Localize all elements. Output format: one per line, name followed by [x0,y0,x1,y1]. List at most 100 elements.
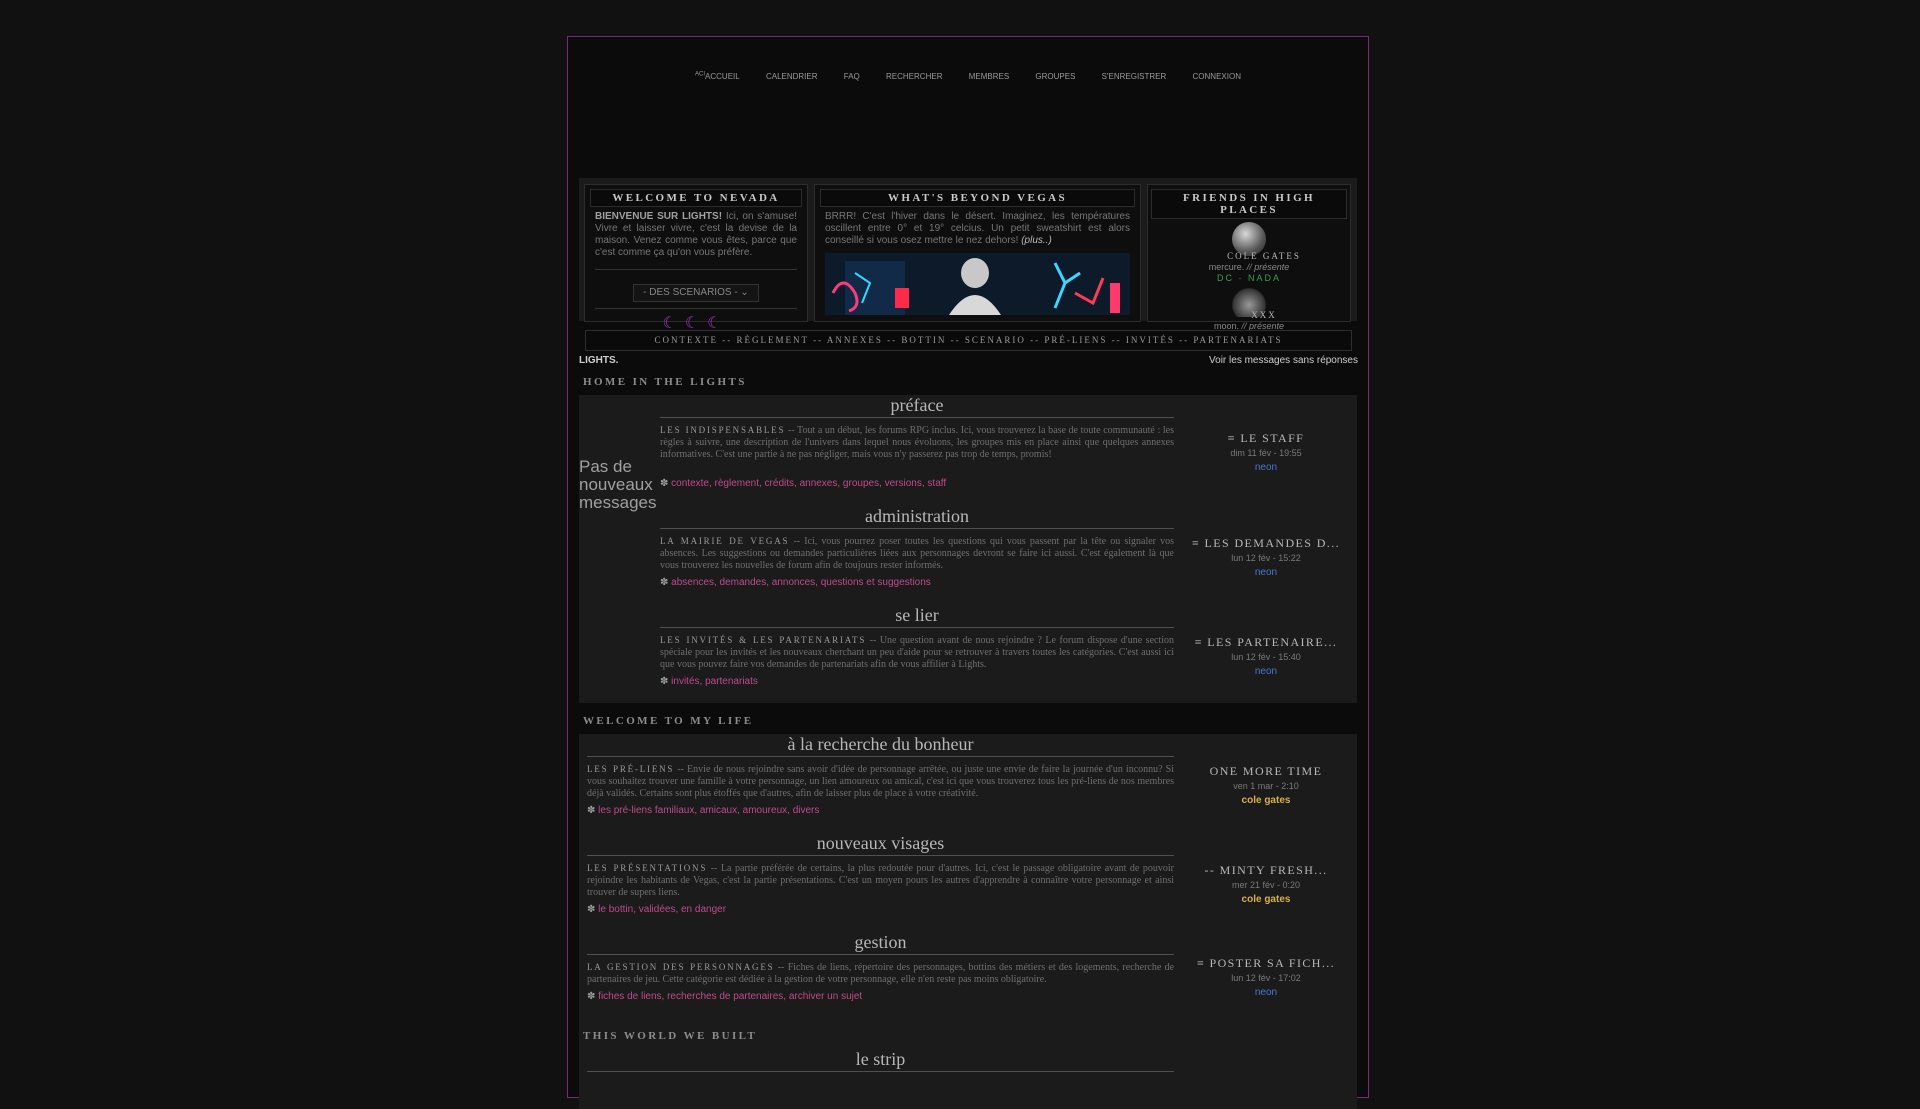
subforum-link[interactable]: absences, demandes, annonces, questions … [671,577,931,588]
last-post-user[interactable]: cole gates [1186,795,1346,806]
link-partenariats[interactable]: partenariats [1193,335,1282,345]
last-post-date: dim 11 fév - 19:55 [1230,448,1302,458]
last-post-date: lun 12 fév - 17:02 [1231,973,1301,983]
more-link[interactable]: (plus..) [1021,235,1052,246]
scenarios-select[interactable]: - DES SCENARIOS - ⌄ [633,284,759,302]
scenarios-select-label: - DES SCENARIOS - [643,287,738,298]
nav-rechercher[interactable]: rechercher [886,72,942,81]
nav-faq[interactable]: faq [844,72,860,81]
nav-accueil[interactable]: ACIaccueil [695,71,740,81]
nav-calendrier[interactable]: calendrier [766,72,818,81]
forum-label: les invités & les partenariats [660,635,867,645]
subforum-links: ✽ invités, partenariats [660,676,758,687]
subforum-links: ✽ absences, demandes, annonces, question… [660,577,931,588]
subforum-links: ✽ contexte, règlement, crédits, annexes,… [660,478,947,489]
link-invites[interactable]: invités [1126,335,1175,345]
last-post-user[interactable]: cole gates [1186,894,1346,905]
last-post-user[interactable]: neon [1186,567,1346,578]
last-post-user[interactable]: neon [1186,462,1346,473]
last-post-user[interactable]: neon [1186,666,1346,677]
forum-desc-text: -- Envie de nous rejoindre sans avoir d'… [587,764,1174,799]
nav-enregistrer[interactable]: s'enregistrer [1102,72,1167,81]
subforum-link[interactable]: le bottin, validées, en danger [598,904,726,915]
friend-status: // présente [1246,262,1290,272]
top-info-panel: welcome to nevada BIENVENUE SUR LIGHTS! … [579,178,1357,342]
breadcrumb[interactable]: LIGHTS. [579,355,618,366]
last-post: ≡ LES DEMANDES D... lun 12 fév - 15:22 n… [1186,536,1346,578]
friend-group: DC · NADA [1216,273,1281,283]
forum-title[interactable]: le strip [587,1049,1174,1072]
beyond-box: what's beyond vegas BRRR! C'est l'hiver … [814,184,1141,322]
forum-description: les pré-liens -- Envie de nous rejoindre… [587,763,1174,800]
welcome-bold: BIENVENUE SUR LIGHTS! [595,211,723,222]
last-post: ≡ LES PARTENAIRE... lun 12 fév - 15:40 n… [1186,635,1346,677]
subforum-link[interactable]: fiches de liens, recherches de partenair… [598,991,862,1002]
friend-role: mercure. [1208,262,1245,272]
subforum-links: ✽ le bottin, validées, en danger [587,904,727,915]
link-annexes[interactable]: annexes [827,335,883,345]
forum-description: les invités & les partenariats -- Une qu… [660,634,1174,671]
quick-links-bar: contexte -- règlement -- annexes -- bott… [585,330,1352,351]
category-title[interactable]: welcome to my life [583,715,753,727]
nav-accueil-label: accueil [705,71,740,81]
forum-title[interactable]: préface [660,395,1174,418]
forum-title[interactable]: nouveaux visages [587,833,1174,856]
nav-membres[interactable]: membres [969,72,1009,81]
last-post-title[interactable]: ≡ LES PARTENAIRE... [1186,635,1346,650]
last-post-date: lun 12 fév - 15:40 [1231,652,1301,662]
last-post-date: ven 1 mar - 2:10 [1233,781,1299,791]
friends-box: friends in high places COLE GATES mercur… [1147,184,1351,342]
subforum-link[interactable]: invités, partenariats [671,676,758,687]
last-post-title[interactable]: -- MINTY FRESH... [1186,863,1346,878]
last-post-date: mer 21 fév - 0:20 [1231,880,1301,890]
unanswered-link[interactable]: Voir les messages sans réponses [1209,355,1358,366]
forum-label: les présentations [587,863,708,873]
forum-title[interactable]: administration [660,506,1174,529]
forum-description: la gestion des personnages -- Fiches de … [587,961,1174,986]
beyond-body: BRRR! C'est l'hiver dans le désert. Imag… [825,211,1130,246]
welcome-text: BIENVENUE SUR LIGHTS! Ici, on s'amuse! V… [595,211,797,259]
last-post-title[interactable]: ONE MORE TIME [1186,764,1346,779]
last-post: ONE MORE TIME ven 1 mar - 2:10 cole gate… [1186,764,1346,806]
last-post: ≡ POSTER SA FICH... lun 12 fév - 17:02 n… [1186,956,1346,998]
last-post-user[interactable]: neon [1186,987,1346,998]
forum-label: la mairie de vegas [660,536,790,546]
link-pre-liens[interactable]: pré-liens [1044,335,1107,345]
forum-title[interactable]: gestion [587,932,1174,955]
chevron-down-icon: ⌄ [740,287,749,298]
link-contexte[interactable]: contexte [655,335,719,345]
forum-description: les présentations -- La partie préférée … [587,862,1174,899]
forum-frame: ACIaccueil calendrier faq rechercher mem… [567,36,1369,1109]
last-post-title[interactable]: ≡ POSTER SA FICH... [1186,956,1346,971]
subforum-links: ✽ les pré-liens familiaux, amicaux, amou… [587,805,820,816]
nav-groupes[interactable]: groupes [1035,72,1075,81]
last-post-title[interactable]: ≡ LE STAFF [1186,431,1346,446]
link-bottin[interactable]: bottin [901,335,946,345]
nav-connexion[interactable]: connexion [1193,72,1241,81]
subforum-link[interactable]: contexte, règlement, crédits, annexes, g… [671,478,946,489]
last-post-date: lun 12 fév - 15:22 [1231,553,1301,563]
link-scenario[interactable]: scenario [965,335,1026,345]
welcome-box: welcome to nevada BIENVENUE SUR LIGHTS! … [584,184,808,332]
forum-label: les indispensables [660,425,786,435]
no-new-messages-image: Pas de nouveaux messages [579,457,657,512]
forum-label: la gestion des personnages [587,962,775,972]
last-post-title[interactable]: ≡ LES DEMANDES D... [1186,536,1346,551]
welcome-title: welcome to nevada [590,189,802,207]
friend-1[interactable]: COLE GATES mercure. // présente DC · NAD… [1148,222,1350,284]
beyond-text: BRRR! C'est l'hiver dans le désert. Imag… [825,211,1130,247]
category-title[interactable]: home in the lights [583,376,747,388]
friends-title: friends in high places [1151,189,1347,219]
forum-label: les pré-liens [587,764,675,774]
link-reglement[interactable]: règlement [737,335,809,345]
top-navigation: ACIaccueil calendrier faq rechercher mem… [568,71,1368,81]
friend-name: COLE GATES [1227,251,1301,261]
neon-statue-image [825,253,1130,315]
subforum-link[interactable]: les pré-liens familiaux, amicaux, amoure… [598,805,819,816]
beyond-title: what's beyond vegas [820,189,1135,207]
category-title[interactable]: this world we built [583,1030,757,1042]
forum-description: la mairie de vegas -- Ici, vous pourrez … [660,535,1174,572]
last-post: -- MINTY FRESH... mer 21 fév - 0:20 cole… [1186,863,1346,905]
forum-title[interactable]: se lier [660,605,1174,628]
forum-title[interactable]: à la recherche du bonheur [587,734,1174,757]
